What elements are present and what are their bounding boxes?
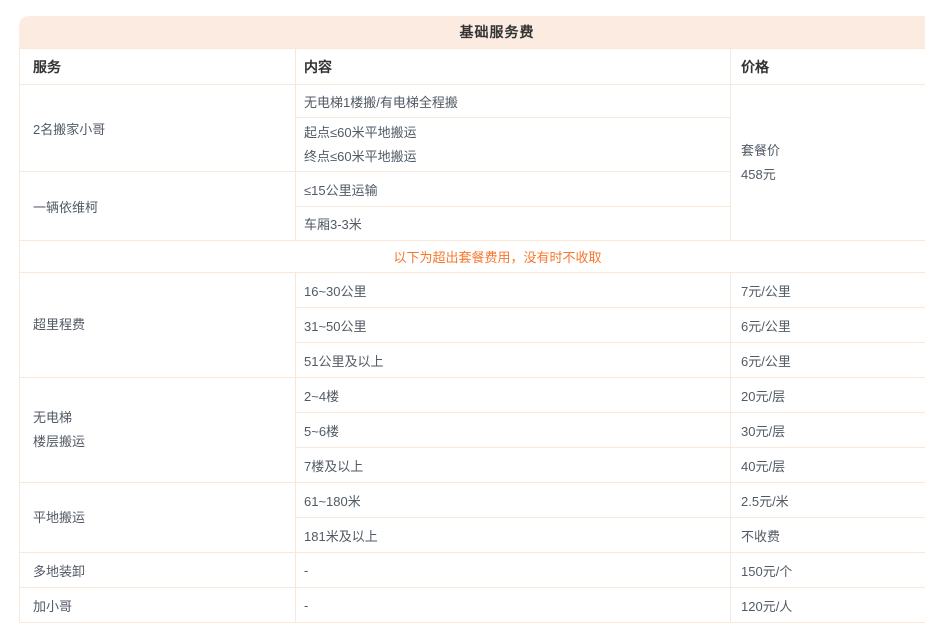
pricing-table: 服务 内容 价格 2名搬家小哥 无电梯1楼搬/有电梯全程搬 套餐价 458元 起…: [19, 48, 925, 623]
table-title: 基础服务费: [19, 16, 925, 48]
package-price-value: 458元: [741, 163, 925, 187]
content-cell: 16~30公里: [296, 273, 731, 308]
service-cell-mileage: 超里程费: [20, 273, 296, 378]
service-label: 平地搬运: [33, 506, 295, 530]
content-cell: 2~4楼: [296, 378, 731, 413]
service-label: 无电梯: [33, 406, 295, 430]
content-cell: 7楼及以上: [296, 448, 731, 483]
price-cell: 7元/公里: [731, 273, 925, 308]
table-row: 平地搬运 61~180米 2.5元/米: [20, 483, 925, 518]
content-cell: -: [296, 588, 731, 623]
content-line: 终点≤60米平地搬运: [304, 145, 730, 169]
pricing-panel: 基础服务费 服务 内容 价格 2名搬家小哥 无电梯1楼搬/有电梯全程搬 套餐价 …: [19, 16, 925, 623]
price-cell: 150元/个: [731, 553, 925, 588]
price-cell: 30元/层: [731, 413, 925, 448]
content-cell: 起点≤60米平地搬运 终点≤60米平地搬运: [296, 118, 731, 172]
content-cell: 61~180米: [296, 483, 731, 518]
banner-note: 以下为超出套餐费用，没有时不收取: [20, 241, 925, 273]
content-line: 起点≤60米平地搬运: [304, 121, 730, 145]
content-cell: 无电梯1楼搬/有电梯全程搬: [296, 85, 731, 118]
package-price-label: 套餐价: [741, 139, 925, 163]
service-cell-floors: 无电梯 楼层搬运: [20, 378, 296, 483]
service-cell-truck: 一辆依维柯: [20, 172, 296, 241]
price-cell: 40元/层: [731, 448, 925, 483]
service-label: 楼层搬运: [33, 430, 295, 454]
service-cell-multi-site: 多地装卸: [20, 553, 296, 588]
table-row: 多地装卸 - 150元/个: [20, 553, 925, 588]
banner-row: 以下为超出套餐费用，没有时不收取: [20, 241, 925, 273]
col-header-service: 服务: [20, 49, 296, 85]
price-cell: 不收费: [731, 518, 925, 553]
column-header-row: 服务 内容 价格: [20, 49, 925, 85]
price-cell-package: 套餐价 458元: [731, 85, 925, 241]
price-cell: 2.5元/米: [731, 483, 925, 518]
service-cell-extra-helper: 加小哥: [20, 588, 296, 623]
content-cell: 5~6楼: [296, 413, 731, 448]
service-cell-ground: 平地搬运: [20, 483, 296, 553]
col-header-price: 价格: [731, 49, 925, 85]
table-row: 2名搬家小哥 无电梯1楼搬/有电梯全程搬 套餐价 458元: [20, 85, 925, 118]
table-row: 无电梯 楼层搬运 2~4楼 20元/层: [20, 378, 925, 413]
service-cell-movers: 2名搬家小哥: [20, 85, 296, 172]
col-header-content: 内容: [296, 49, 731, 85]
content-cell: 31~50公里: [296, 308, 731, 343]
page: { "title": "基础服务费", "columns": ["服务", "内…: [0, 0, 925, 627]
content-cell: 51公里及以上: [296, 343, 731, 378]
price-cell: 6元/公里: [731, 308, 925, 343]
price-cell: 6元/公里: [731, 343, 925, 378]
content-cell: 车厢3-3米: [296, 207, 731, 241]
price-cell: 120元/人: [731, 588, 925, 623]
content-cell: 181米及以上: [296, 518, 731, 553]
content-cell: ≤15公里运输: [296, 172, 731, 207]
table-row: 加小哥 - 120元/人: [20, 588, 925, 623]
table-row: 超里程费 16~30公里 7元/公里: [20, 273, 925, 308]
content-cell: -: [296, 553, 731, 588]
price-cell: 20元/层: [731, 378, 925, 413]
service-label: 超里程费: [33, 313, 295, 337]
